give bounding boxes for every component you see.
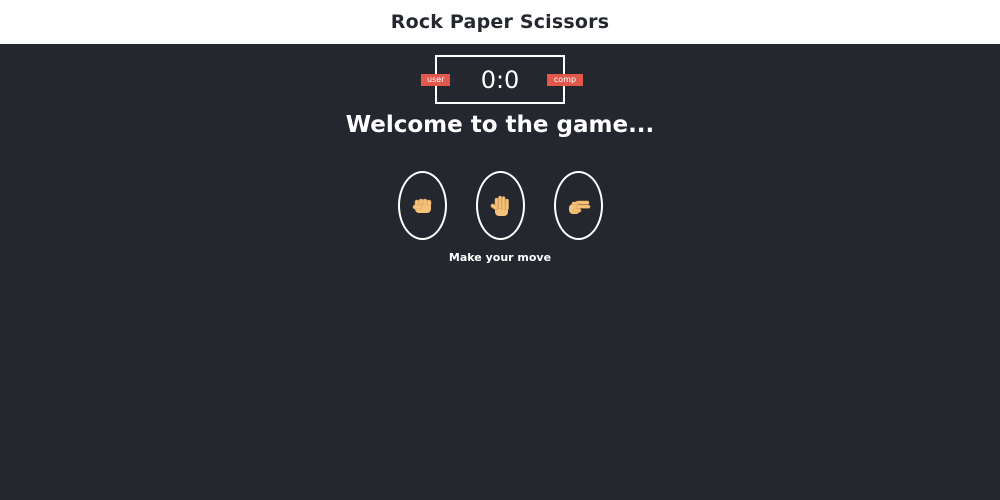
header-bar: Rock Paper Scissors — [0, 0, 1000, 44]
rock-choice-button[interactable] — [398, 171, 447, 240]
comp-badge: comp — [547, 74, 583, 86]
scissors-choice-button[interactable] — [554, 171, 603, 240]
score-display: 0:0 — [480, 65, 520, 94]
paper-choice-button[interactable] — [476, 171, 525, 240]
app-title: Rock Paper Scissors — [390, 11, 610, 33]
scoreboard: 0:0 — [435, 55, 565, 104]
raised-hand-icon — [490, 195, 509, 216]
fist-icon — [412, 198, 431, 213]
move-prompt: Make your move — [448, 251, 552, 264]
user-badge: user — [421, 74, 450, 86]
victory-hand-icon — [568, 200, 590, 214]
welcome-message: Welcome to the game... — [345, 112, 655, 138]
